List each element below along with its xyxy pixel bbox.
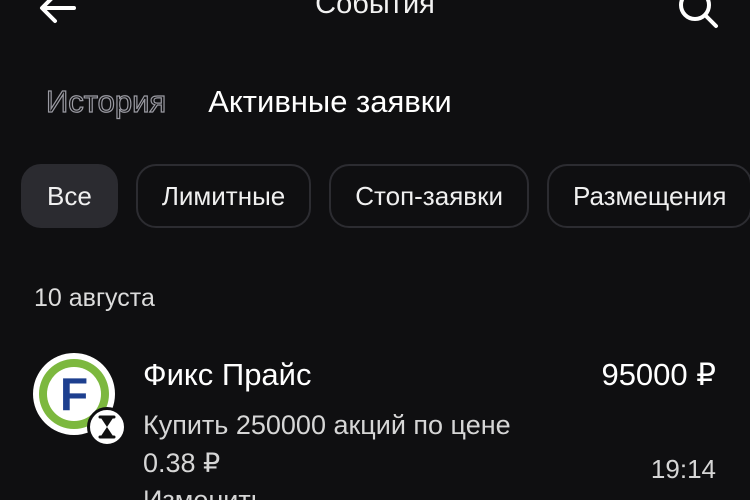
order-amount: 95000 ₽	[601, 357, 716, 392]
date-header: 10 августа	[34, 284, 155, 312]
page-title: События	[315, 0, 435, 20]
edit-order-link[interactable]: Изменить	[143, 485, 265, 500]
order-description: Купить 250000 акций по цене 0.38 ₽	[143, 410, 511, 478]
filter-placements[interactable]: Размещения	[546, 164, 750, 228]
search-button[interactable]	[674, 0, 722, 30]
status-badge	[87, 407, 127, 447]
order-company-name: Фикс Прайс	[143, 357, 312, 392]
tab-history[interactable]: История	[45, 83, 166, 120]
filter-all[interactable]: Все	[21, 164, 118, 228]
hourglass-icon	[98, 415, 116, 439]
filter-limit[interactable]: Лимитные	[135, 164, 312, 228]
search-icon	[679, 0, 718, 28]
order-time: 19:14	[650, 454, 716, 484]
filter-stop-orders[interactable]: Стоп-заявки	[329, 164, 529, 228]
tab-active-orders[interactable]: Активные заявки	[208, 84, 451, 120]
tab-bar: История Активные заявки	[45, 83, 451, 120]
top-bar: События	[0, 0, 750, 34]
filter-chips: Все Лимитные Стоп-заявки Размещения	[21, 164, 750, 228]
events-screen: События История Активные заявки Все Лими…	[0, 0, 750, 500]
order-item[interactable]: F Фикс Прайс 95000 ₽ Купить 250000 акций…	[0, 340, 750, 500]
